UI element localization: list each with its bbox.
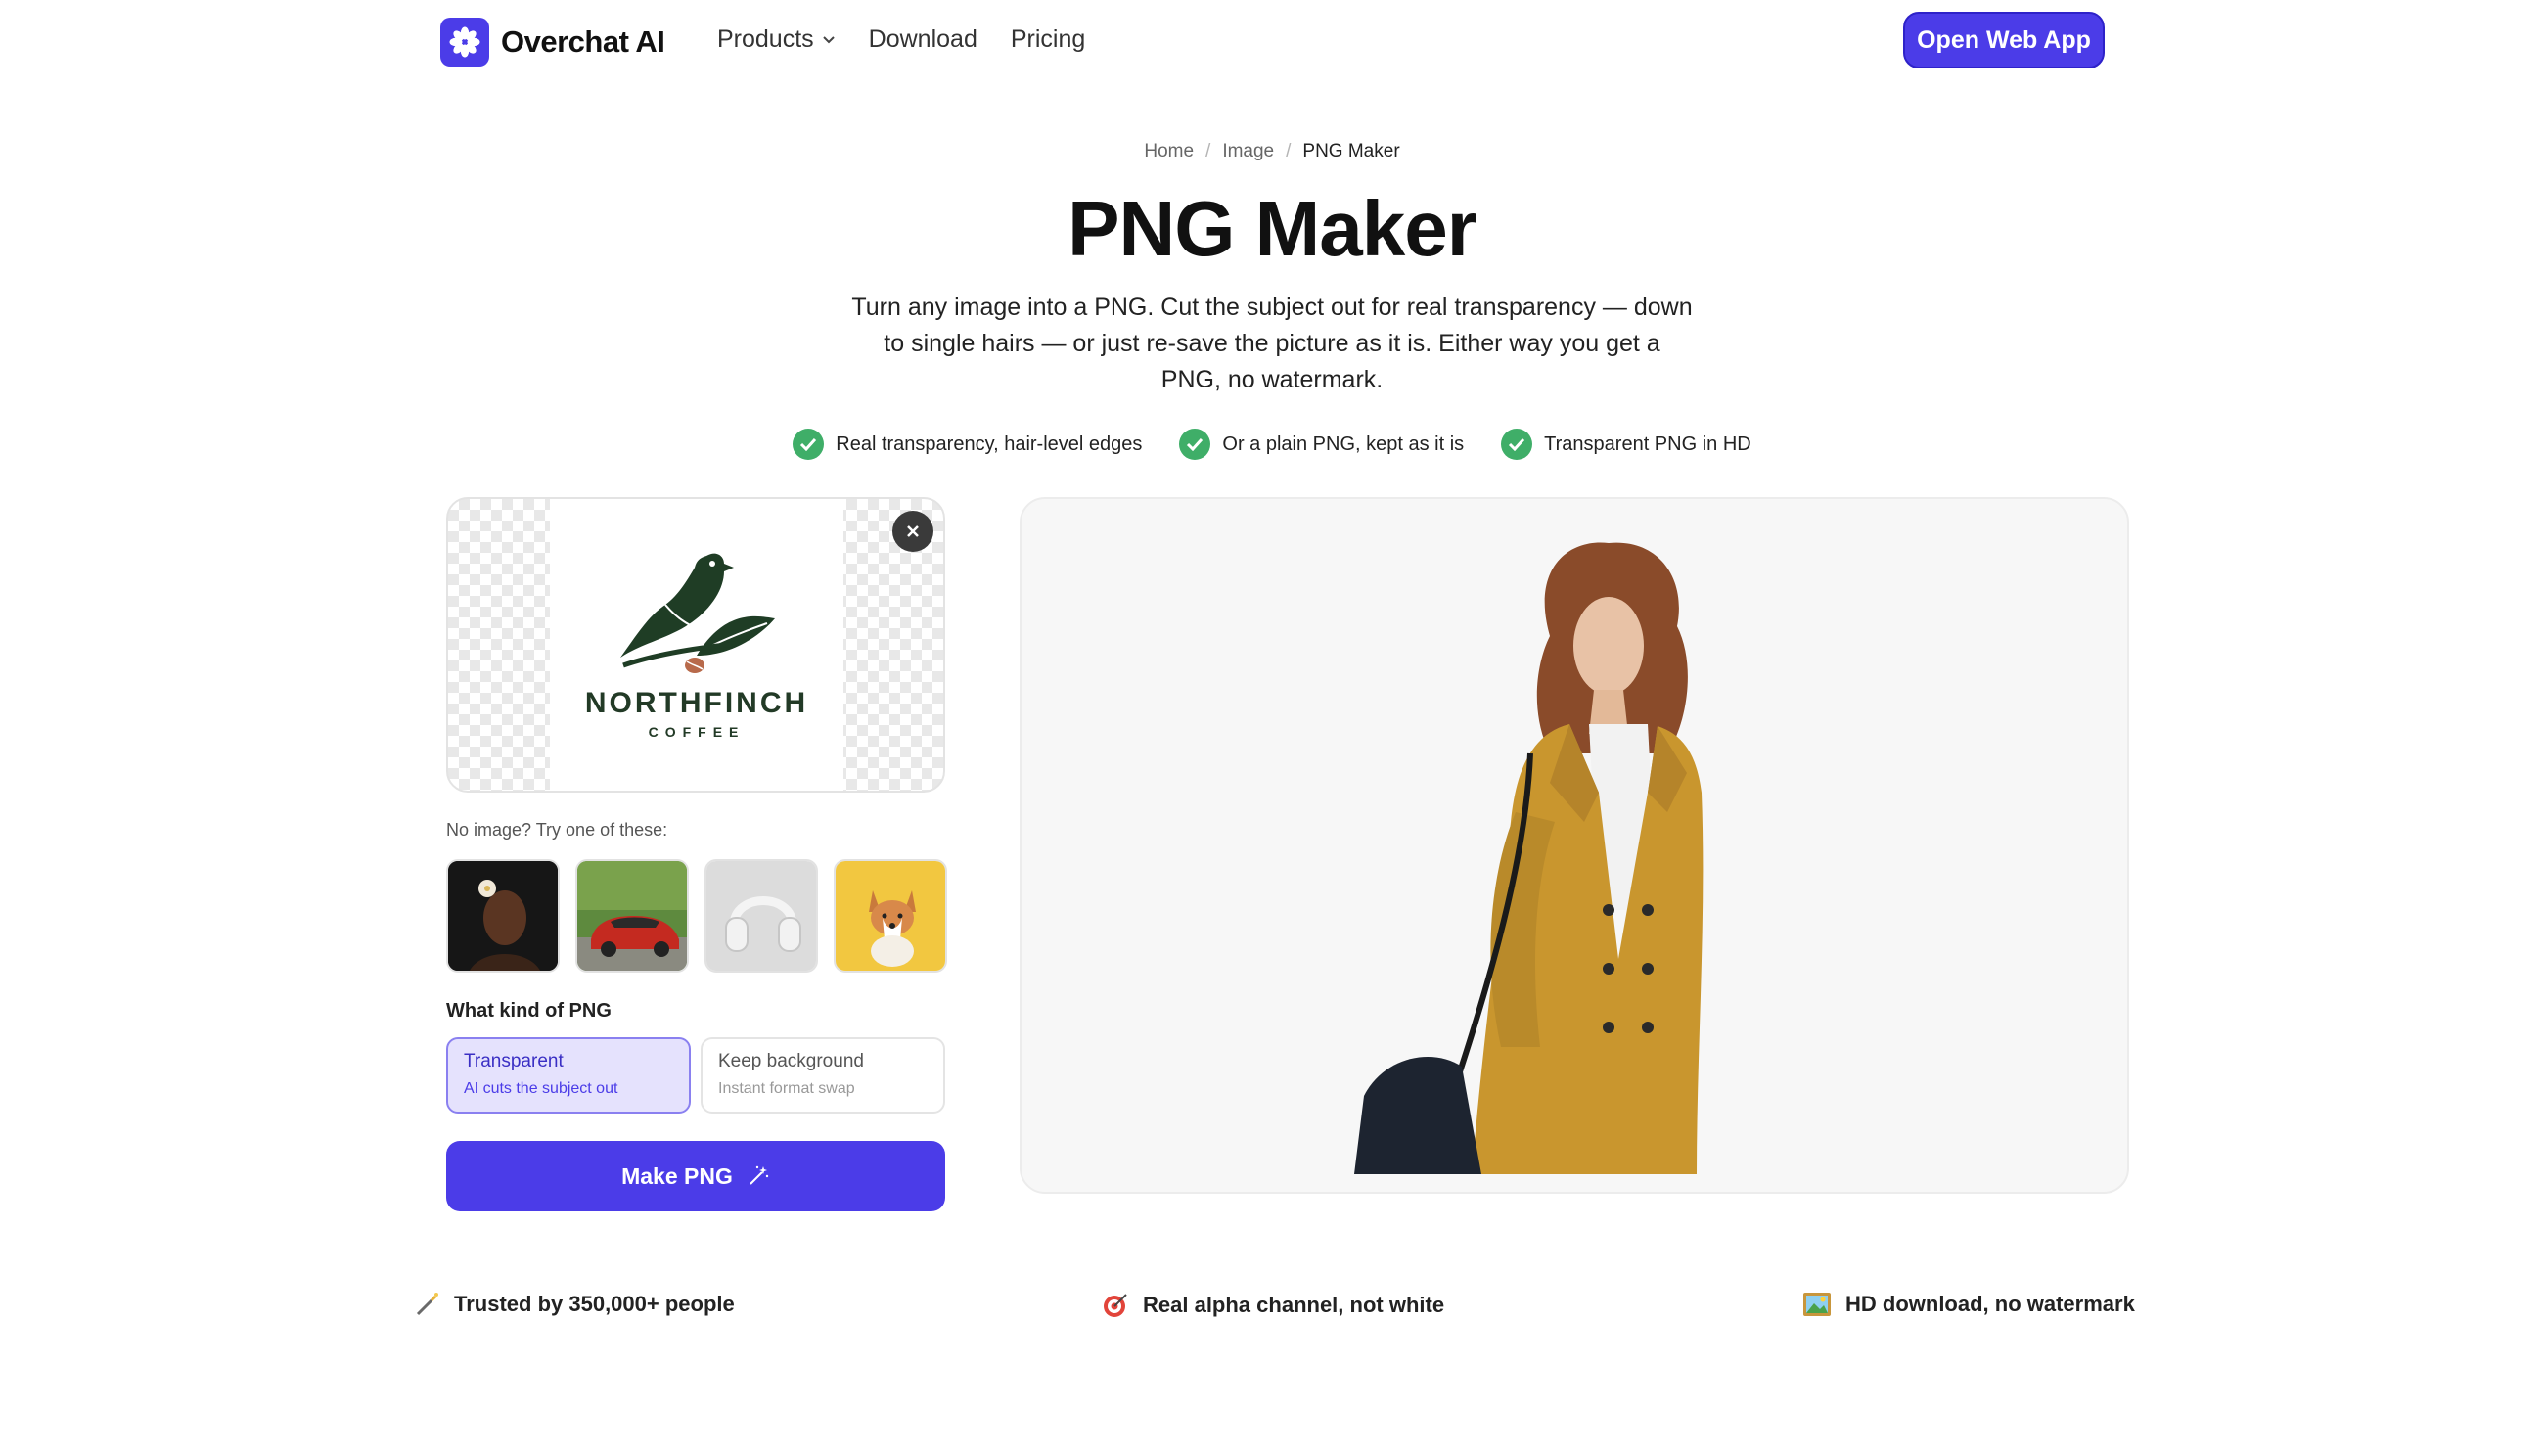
check-icon: [1179, 429, 1211, 460]
picture-icon: [1803, 1293, 1831, 1316]
page-title: PNG Maker: [1068, 185, 1477, 272]
red-car-sample-icon: [577, 861, 687, 971]
sample-portrait[interactable]: [446, 859, 560, 973]
nav-item-products-label: Products: [717, 25, 814, 53]
make-png-label: Make PNG: [621, 1162, 733, 1189]
option-description: Instant format swap: [718, 1080, 855, 1097]
feature-label: Real transparency, hair-level edges: [836, 432, 1143, 455]
feature-item: Or a plain PNG, kept as it is: [1179, 429, 1464, 460]
magic-wand-icon: [416, 1293, 438, 1316]
option-keep-background[interactable]: Keep background Instant format swap: [701, 1037, 945, 1114]
asterisk-logo-icon: [440, 18, 489, 67]
trust-item-people: Trusted by 350,000+ people: [415, 1292, 735, 1317]
page-subtitle: Turn any image into a PNG. Cut the subje…: [851, 294, 1693, 393]
open-web-app-button[interactable]: Open Web App: [1903, 12, 2105, 68]
uploaded-logo: NORTHFINCH COFFEE: [550, 499, 843, 791]
sample-car[interactable]: [575, 859, 689, 973]
result-preview: [1020, 497, 2129, 1194]
trust-item-hd: HD download, no watermark: [1802, 1292, 2135, 1317]
brand-logo[interactable]: Overchat AI: [440, 18, 665, 67]
feature-list: Real transparency, hair-level edges Or a…: [0, 429, 2544, 460]
option-title: Transparent: [464, 1051, 564, 1071]
target-icon: [1104, 1294, 1127, 1317]
trust-text: Trusted by 350,000+ people: [454, 1292, 735, 1316]
png-kind-options: Transparent AI cuts the subject out Keep…: [446, 1037, 945, 1114]
remove-image-button[interactable]: [892, 511, 933, 552]
breadcrumb-home[interactable]: Home: [1144, 141, 1194, 161]
brand-name: Overchat AI: [501, 24, 665, 59]
nav-item-download[interactable]: Download: [869, 25, 977, 54]
logo-tagline: COFFEE: [648, 724, 746, 740]
woman-cutout-image: [1354, 542, 1704, 1174]
option-transparent[interactable]: Transparent AI cuts the subject out: [446, 1037, 691, 1114]
nav-item-pricing[interactable]: Pricing: [1011, 25, 1085, 54]
make-png-button[interactable]: Make PNG: [446, 1141, 945, 1211]
sample-images: [446, 859, 947, 973]
breadcrumb-image[interactable]: Image: [1222, 141, 1274, 161]
magic-wand-icon: [750, 1165, 769, 1185]
top-nav: Overchat AI Products Download Pricing Op…: [0, 0, 2544, 82]
check-icon: [793, 429, 825, 460]
logo-wordmark: NORTHFINCH: [584, 687, 809, 719]
trust-item-alpha: Real alpha channel, not white: [1102, 1292, 1444, 1319]
option-description: AI cuts the subject out: [464, 1080, 618, 1097]
nav-links: Products Download Pricing: [717, 25, 1085, 54]
sample-headphones[interactable]: [704, 859, 818, 973]
breadcrumb: Home / Image / PNG Maker: [1144, 141, 1400, 161]
sample-dog[interactable]: [834, 859, 947, 973]
trust-text: Real alpha channel, not white: [1143, 1293, 1445, 1317]
feature-label: Transparent PNG in HD: [1544, 432, 1751, 455]
samples-label: No image? Try one of these:: [446, 820, 668, 840]
headphones-sample-icon: [706, 861, 816, 971]
png-kind-label: What kind of PNG: [446, 1000, 612, 1022]
option-title: Keep background: [718, 1051, 864, 1071]
breadcrumb-current: PNG Maker: [1302, 141, 1400, 161]
check-icon: [1501, 429, 1533, 460]
trust-text: HD download, no watermark: [1845, 1292, 2135, 1316]
feature-label: Or a plain PNG, kept as it is: [1222, 432, 1465, 455]
nav-item-products[interactable]: Products: [717, 25, 836, 54]
uploaded-image-preview[interactable]: NORTHFINCH COFFEE: [446, 497, 945, 793]
portrait-sample-icon: [448, 861, 558, 971]
corgi-dog-sample-icon: [836, 861, 945, 971]
finch-bird-icon: [620, 553, 775, 673]
feature-item: Transparent PNG in HD: [1501, 429, 1751, 460]
chevron-down-icon: [822, 35, 835, 43]
close-icon: [907, 525, 919, 537]
feature-item: Real transparency, hair-level edges: [793, 429, 1142, 460]
